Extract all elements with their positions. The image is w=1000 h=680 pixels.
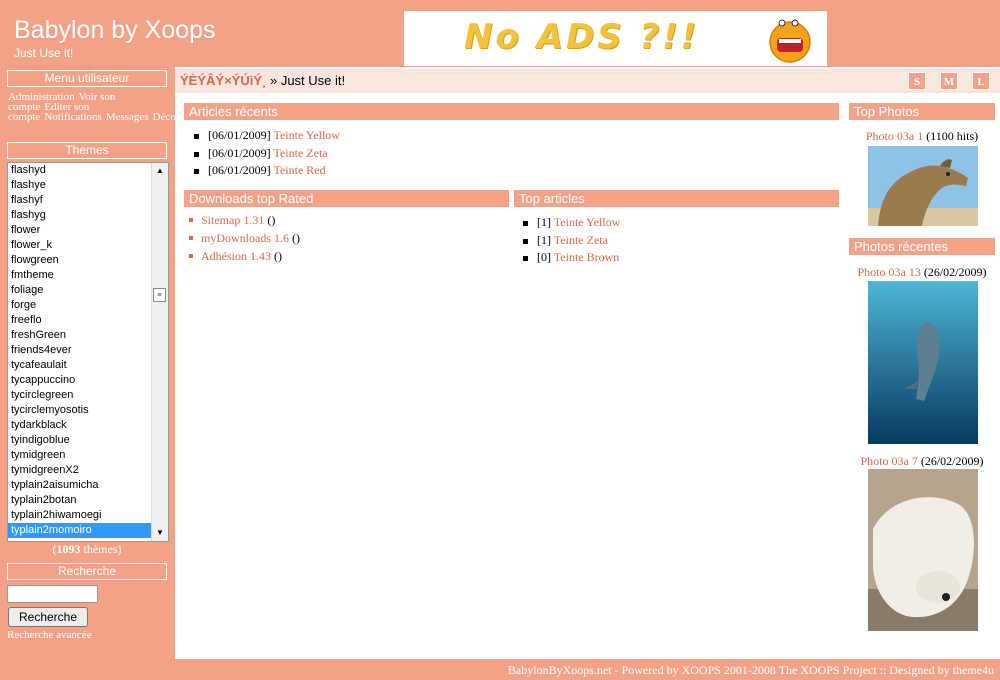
camel-photo[interactable] xyxy=(868,146,978,226)
theme-option[interactable]: flashyg xyxy=(8,208,152,223)
photo-link[interactable]: Photo 03a 7 xyxy=(860,454,917,468)
theme-option[interactable]: friends4ever xyxy=(8,343,152,358)
top-articles-title: Top articles xyxy=(514,190,839,207)
article-link[interactable]: Teinte Brown xyxy=(554,250,619,264)
scroll-down-arrow-icon[interactable]: ▼ xyxy=(152,525,168,541)
article-link[interactable]: Teinte Yellow xyxy=(273,128,340,142)
theme-option[interactable]: flower xyxy=(8,223,152,238)
themes-title: Themes xyxy=(7,142,167,159)
theme-select-list[interactable]: flashyd flashye flashyf flashyg flower flower… xyxy=(7,162,169,542)
theme-option[interactable]: tycafeaulait xyxy=(8,358,152,373)
list-item: Sitemap 1.31 () xyxy=(189,211,300,229)
list-item: [06/01/2009] Teinte Red xyxy=(194,162,340,180)
theme-option[interactable]: typlain2momoiro xyxy=(8,523,152,538)
top-photo-caption: Photo 03a 1 (1100 hits) xyxy=(865,129,979,143)
theme-option[interactable]: foliage xyxy=(8,283,152,298)
font-size-small-button[interactable]: S xyxy=(908,72,926,90)
theme-list-scrollbar[interactable]: ▲ ≡ ▼ xyxy=(151,163,168,541)
top-articles-list: [1] Teinte Yellow [1] Teinte Zeta [0] Te… xyxy=(523,214,620,267)
downloads-top-title: Downloads top Rated xyxy=(184,190,509,207)
advanced-search-link[interactable]: Recherche avancée xyxy=(7,629,92,641)
theme-items: flashyd flashye flashyf flashyg flower flower… xyxy=(8,163,152,538)
recent-photo-caption: Photo 03a 13 (26/02/2009) xyxy=(857,265,987,279)
banner-text: No ADS ?!! xyxy=(464,17,700,57)
polar-bear-photo[interactable] xyxy=(868,469,978,631)
theme-count: (1093 thèmes) xyxy=(52,542,122,556)
recent-articles-title: Articles récents xyxy=(184,103,839,120)
user-menu: Administration Voir son compte Editer son … xyxy=(8,92,211,123)
breadcrumb-current: Just Use it! xyxy=(280,73,346,88)
site-title[interactable]: Babylon by Xoops xyxy=(14,16,216,45)
download-link[interactable]: myDownloads 1.6 xyxy=(201,231,289,245)
font-size-large-button[interactable]: L xyxy=(972,72,990,90)
theme-option[interactable]: freeflo xyxy=(8,313,152,328)
download-link[interactable]: Sitemap 1.31 xyxy=(201,213,264,227)
theme-option[interactable]: tyindigoblue xyxy=(8,433,152,448)
menu-link-notifications[interactable]: Notifications xyxy=(44,111,101,123)
theme-option[interactable]: typlain2aisumicha xyxy=(8,478,152,493)
list-item: [06/01/2009] Teinte Zeta xyxy=(194,145,340,163)
breadcrumb-separator: » xyxy=(269,73,278,88)
theme-option[interactable]: flower_k xyxy=(8,238,152,253)
search-button[interactable]: Recherche xyxy=(8,607,88,627)
list-item: myDownloads 1.6 () xyxy=(189,229,300,247)
footer: BabylonByXoops.net - Powered by XOOPS 20… xyxy=(507,663,994,677)
article-link[interactable]: Teinte Yellow xyxy=(554,215,621,229)
ad-banner[interactable]: No ADS ?!! xyxy=(404,11,827,66)
list-item: [1] Teinte Zeta xyxy=(523,232,620,250)
theme-option[interactable]: tycirclemyosotis xyxy=(8,403,152,418)
article-link[interactable]: Teinte Zeta xyxy=(554,233,608,247)
recent-photo-caption: Photo 03a 7 (26/02/2009) xyxy=(860,454,984,468)
breadcrumb-bar: ÝÈÝÂÝ×ÝÚìÝ¸ » Just Use it! S M L xyxy=(175,69,1000,93)
theme-option[interactable]: freshGreen xyxy=(8,328,152,343)
downloads-list: Sitemap 1.31 () myDownloads 1.6 () Adhés… xyxy=(189,211,300,265)
list-item: [06/01/2009] Teinte Yellow xyxy=(194,127,340,145)
menu-link-messages[interactable]: Messages xyxy=(106,111,149,123)
theme-option[interactable]: typlain2hiwamoegi xyxy=(8,508,152,523)
theme-option[interactable]: tycappuccino xyxy=(8,373,152,388)
dolphin-photo[interactable] xyxy=(868,281,978,444)
list-item: [0] Teinte Brown xyxy=(523,249,620,267)
article-link[interactable]: Teinte Red xyxy=(273,163,325,177)
theme-option[interactable]: fmtheme xyxy=(8,268,152,283)
theme-option[interactable]: flashye xyxy=(8,178,152,193)
photo-link[interactable]: Photo 03a 13 xyxy=(857,265,920,279)
user-menu-title: Menu utilisateur xyxy=(7,70,167,87)
theme-option[interactable]: tymidgreen xyxy=(8,448,152,463)
breadcrumb-home-link[interactable]: ÝÈÝÂÝ×ÝÚìÝ¸ xyxy=(180,73,266,88)
search-title: Recherche xyxy=(7,563,167,580)
scroll-thumb[interactable]: ≡ xyxy=(153,288,166,302)
theme-option[interactable]: typlain2botan xyxy=(8,493,152,508)
theme-option[interactable]: tycirclegreen xyxy=(8,388,152,403)
list-item: [1] Teinte Yellow xyxy=(523,214,620,232)
list-item: Adhésion 1.43 () xyxy=(189,247,300,265)
theme-option[interactable]: flowgreen xyxy=(8,253,152,268)
theme-count-number: 1093 xyxy=(56,542,81,556)
download-link[interactable]: Adhésion 1.43 xyxy=(201,249,271,263)
recent-articles-list: [06/01/2009] Teinte Yellow [06/01/2009] … xyxy=(194,127,340,180)
scroll-up-arrow-icon[interactable]: ▲ xyxy=(152,163,168,179)
recent-photos-title: Photos récentes xyxy=(849,238,995,255)
theme-option[interactable]: tydarkblack xyxy=(8,418,152,433)
article-link[interactable]: Teinte Zeta xyxy=(273,146,327,160)
theme-option[interactable]: forge xyxy=(8,298,152,313)
theme-option[interactable]: flashyd xyxy=(8,163,152,178)
smiley-icon xyxy=(769,19,811,63)
font-size-medium-button[interactable]: M xyxy=(940,72,958,90)
photo-link[interactable]: Photo 03a 1 xyxy=(866,129,923,143)
theme-option[interactable]: flashyf xyxy=(8,193,152,208)
theme-option[interactable]: tymidgreenX2 xyxy=(8,463,152,478)
breadcrumb: ÝÈÝÂÝ×ÝÚìÝ¸ » Just Use it! xyxy=(180,73,345,88)
site-slogan: Just Use it! xyxy=(14,46,74,60)
top-photos-title: Top Photos xyxy=(849,103,995,120)
search-input[interactable] xyxy=(7,585,98,603)
